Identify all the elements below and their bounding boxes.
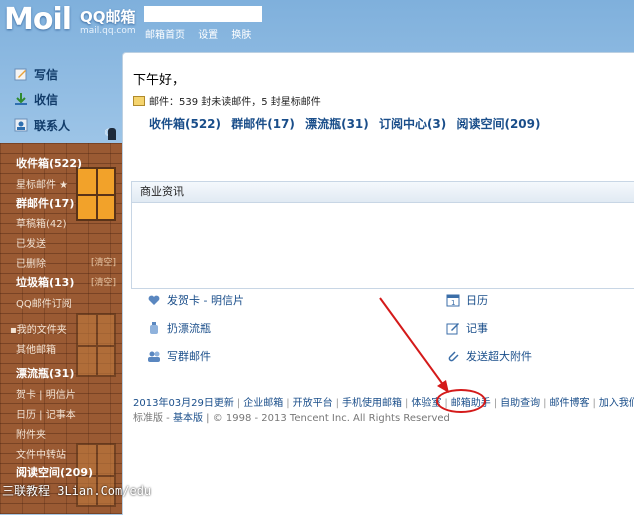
watermark: 三联教程 3Lian.Com/edu [2,484,152,498]
annotation-arrow [379,297,449,393]
